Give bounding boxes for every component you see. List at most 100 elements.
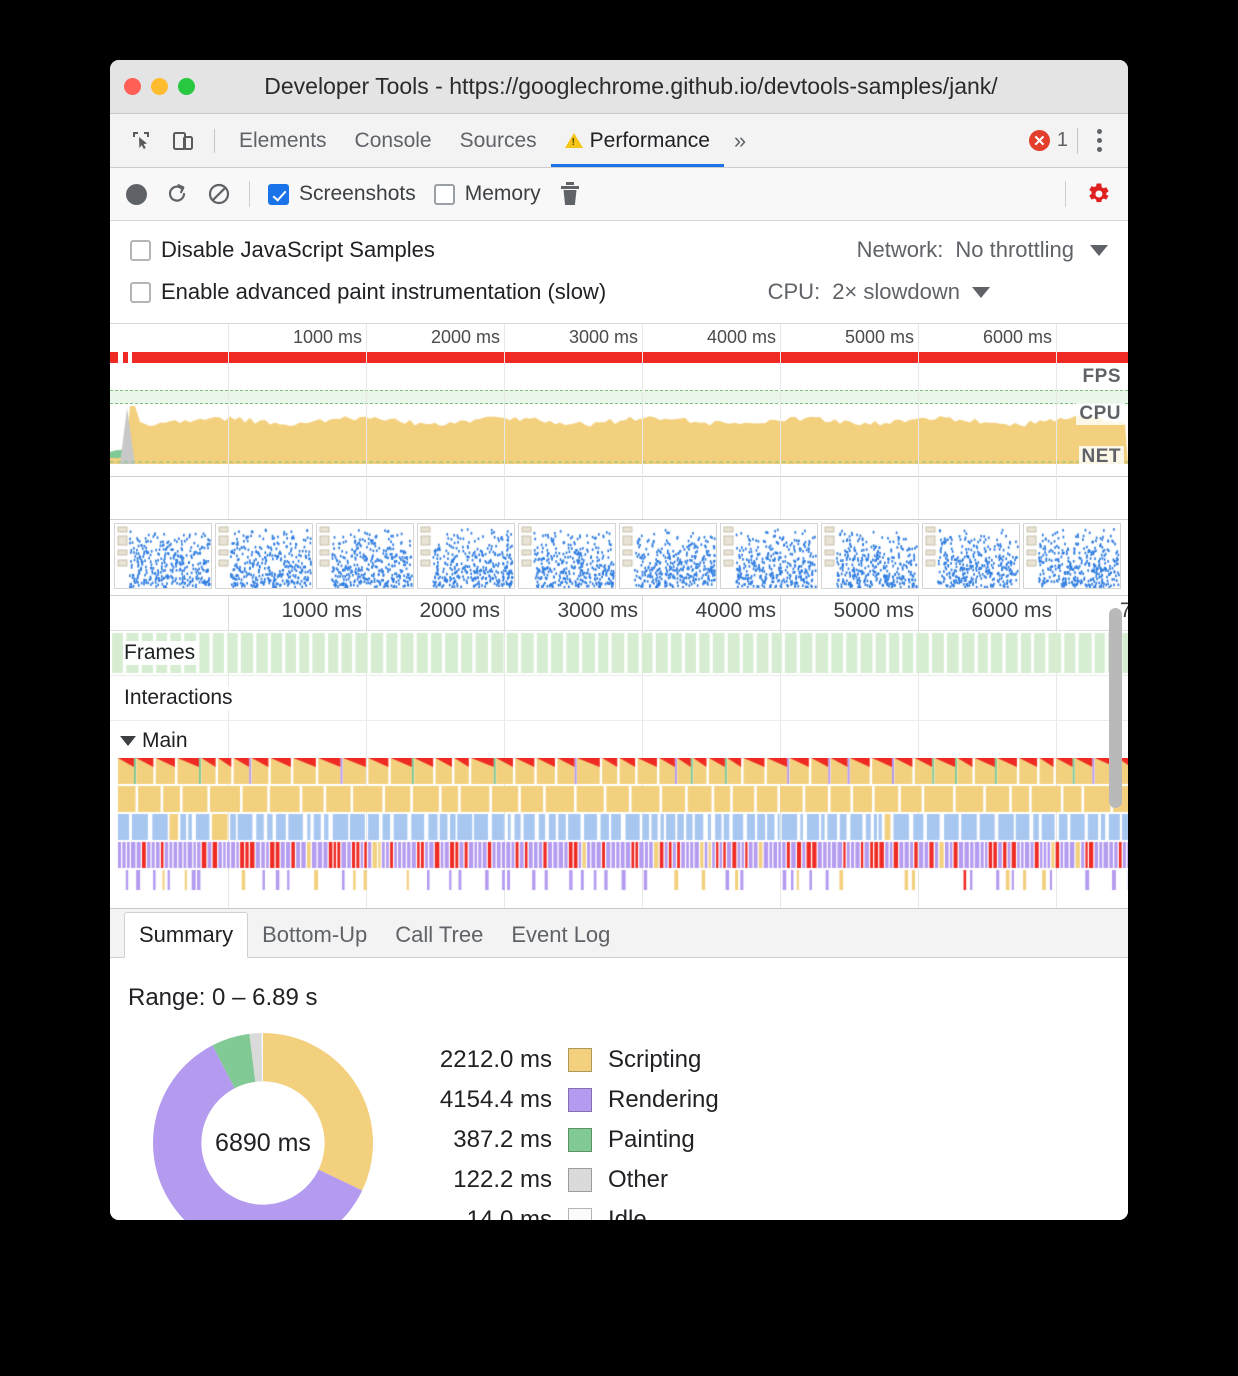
devtools-tabbar: Elements Console Sources Performance » ✕… (110, 114, 1128, 168)
ruler-tick-label: 2000 ms (419, 599, 500, 623)
filmstrip[interactable] (110, 520, 1128, 596)
cursor-select-icon[interactable] (124, 124, 158, 158)
track-interactions-label: Interactions (124, 686, 237, 710)
range-label: Range: 0 – 6.89 s (110, 958, 1128, 1012)
capture-settings: Disable JavaScript Samples Network: No t… (110, 221, 1128, 324)
main-flamechart[interactable] (110, 758, 1128, 906)
clear-icon[interactable] (207, 182, 231, 206)
flamechart-scrollbar[interactable] (1109, 608, 1122, 808)
ruler-tick: 4000 ms (642, 596, 781, 630)
details-pane: Summary Bottom-Up Call Tree Event Log Ra… (110, 908, 1128, 1220)
tab-event-log[interactable]: Event Log (497, 913, 624, 957)
tab-bottom-up-label: Bottom-Up (262, 922, 367, 947)
flamechart-pane[interactable]: 1000 ms 2000 ms 3000 ms 4000 ms 5000 ms 6000 … (110, 596, 1128, 908)
network-label: Network: (857, 237, 944, 263)
memory-checkbox[interactable]: Memory (434, 182, 541, 206)
track-main-header[interactable]: Main (110, 721, 1128, 761)
legend-row[interactable]: 14.0 msIdle (400, 1200, 719, 1220)
kebab-menu-icon[interactable] (1087, 123, 1112, 158)
ruler-tick: 2000 ms (366, 596, 505, 630)
screenshots-checkbox[interactable]: Screenshots (268, 182, 416, 206)
error-badge[interactable]: ✕ 1 (1029, 129, 1068, 152)
ruler-tick: 5000 ms (780, 596, 919, 630)
ruler-tick: 1000 ms (228, 596, 367, 630)
legend-row[interactable]: 122.2 msOther (400, 1160, 719, 1200)
tab-event-log-label: Event Log (511, 922, 610, 947)
ruler-tick-label: 3000 ms (557, 599, 638, 623)
gear-icon[interactable] (1084, 180, 1112, 208)
advanced-paint-checkbox[interactable]: Enable advanced paint instrumentation (s… (130, 279, 606, 305)
tab-summary[interactable]: Summary (124, 912, 248, 958)
legend-value: 122.2 ms (400, 1166, 552, 1194)
device-toolbar-icon[interactable] (166, 124, 200, 158)
tab-call-tree[interactable]: Call Tree (381, 913, 497, 957)
settings-row-1: Disable JavaScript Samples Network: No t… (110, 229, 1128, 271)
advanced-paint-box (130, 282, 151, 303)
devtools-window: Developer Tools - https://googlechrome.g… (110, 60, 1128, 1220)
donut-center-label: 6890 ms (148, 1028, 378, 1220)
disable-js-samples-checkbox[interactable]: Disable JavaScript Samples (130, 237, 435, 263)
chevron-down-icon (1090, 245, 1108, 256)
legend-value: 4154.4 ms (400, 1086, 552, 1114)
network-throttling-select[interactable]: Network: No throttling (857, 237, 1108, 263)
close-window-button[interactable] (124, 78, 141, 95)
tab-elements[interactable]: Elements (225, 114, 341, 167)
record-icon[interactable] (126, 184, 147, 205)
legend-swatch-idle (568, 1208, 592, 1220)
legend-row[interactable]: 387.2 msPainting (400, 1120, 719, 1160)
timeline-overview[interactable]: 1000 ms2000 ms3000 ms4000 ms5000 ms6000 … (110, 324, 1128, 520)
ruler-tick-label: 5000 ms (833, 599, 914, 623)
legend-value: 387.2 ms (400, 1126, 552, 1154)
tabbar-right-divider (1077, 128, 1078, 154)
filmstrip-frame[interactable] (1023, 523, 1121, 589)
filmstrip-frame[interactable] (417, 523, 515, 589)
filmstrip-frame[interactable] (114, 523, 212, 589)
summary-content: 6890 ms 2212.0 msScripting4154.4 msRende… (110, 1012, 1128, 1220)
activity-donut-chart[interactable]: 6890 ms (148, 1028, 378, 1220)
ruler-tick: 3000 ms (504, 596, 643, 630)
filmstrip-frame[interactable] (922, 523, 1020, 589)
minimize-window-button[interactable] (151, 78, 168, 95)
tab-bottom-up[interactable]: Bottom-Up (248, 913, 381, 957)
cpu-value: 2× slowdown (832, 279, 960, 305)
maximize-window-button[interactable] (178, 78, 195, 95)
disable-js-samples-label: Disable JavaScript Samples (161, 237, 435, 263)
filmstrip-frame[interactable] (215, 523, 313, 589)
window-titlebar: Developer Tools - https://googlechrome.g… (110, 60, 1128, 114)
reload-record-icon[interactable] (165, 182, 189, 206)
cpu-label: CPU: (768, 279, 821, 305)
track-frames[interactable]: Frames (110, 631, 1128, 676)
legend-row[interactable]: 2212.0 msScripting (400, 1040, 719, 1080)
filmstrip-frame[interactable] (316, 523, 414, 589)
flamechart-ruler: 1000 ms 2000 ms 3000 ms 4000 ms 5000 ms 6000 … (110, 596, 1128, 631)
chevron-down-icon-cpu (972, 287, 990, 298)
chevron-expanded-icon[interactable] (120, 736, 136, 746)
track-frames-label: Frames (124, 641, 199, 665)
disable-js-samples-box (130, 240, 151, 261)
filmstrip-frame[interactable] (518, 523, 616, 589)
filmstrip-frame[interactable] (619, 523, 717, 589)
legend-label: Scripting (608, 1046, 701, 1074)
cpu-throttling-select[interactable]: CPU: 2× slowdown (768, 279, 990, 305)
ruler-tick-label: 1000 ms (281, 599, 362, 623)
filmstrip-frame[interactable] (720, 523, 818, 589)
filmstrip-frame[interactable] (821, 523, 919, 589)
error-icon: ✕ (1029, 130, 1050, 151)
tab-performance-label: Performance (590, 129, 710, 153)
ruler-tick-label: 6000 ms (971, 599, 1052, 623)
toolbar-divider-2 (1065, 181, 1066, 207)
tab-elements-label: Elements (239, 129, 327, 153)
track-main-label: Main (120, 729, 192, 753)
legend-row[interactable]: 4154.4 msRendering (400, 1080, 719, 1120)
tab-console[interactable]: Console (341, 114, 446, 167)
tab-sources[interactable]: Sources (446, 114, 551, 167)
trash-icon[interactable] (559, 181, 581, 207)
track-interactions[interactable]: Interactions (110, 676, 1128, 721)
tab-performance[interactable]: Performance (551, 114, 724, 167)
more-tabs-button[interactable]: » (724, 128, 756, 154)
ruler-tick-label: 4000 ms (695, 599, 776, 623)
legend-swatch-painting (568, 1128, 592, 1152)
tab-call-tree-label: Call Tree (395, 922, 483, 947)
track-main-text: Main (142, 729, 188, 752)
overview-gridlines (110, 324, 1128, 519)
